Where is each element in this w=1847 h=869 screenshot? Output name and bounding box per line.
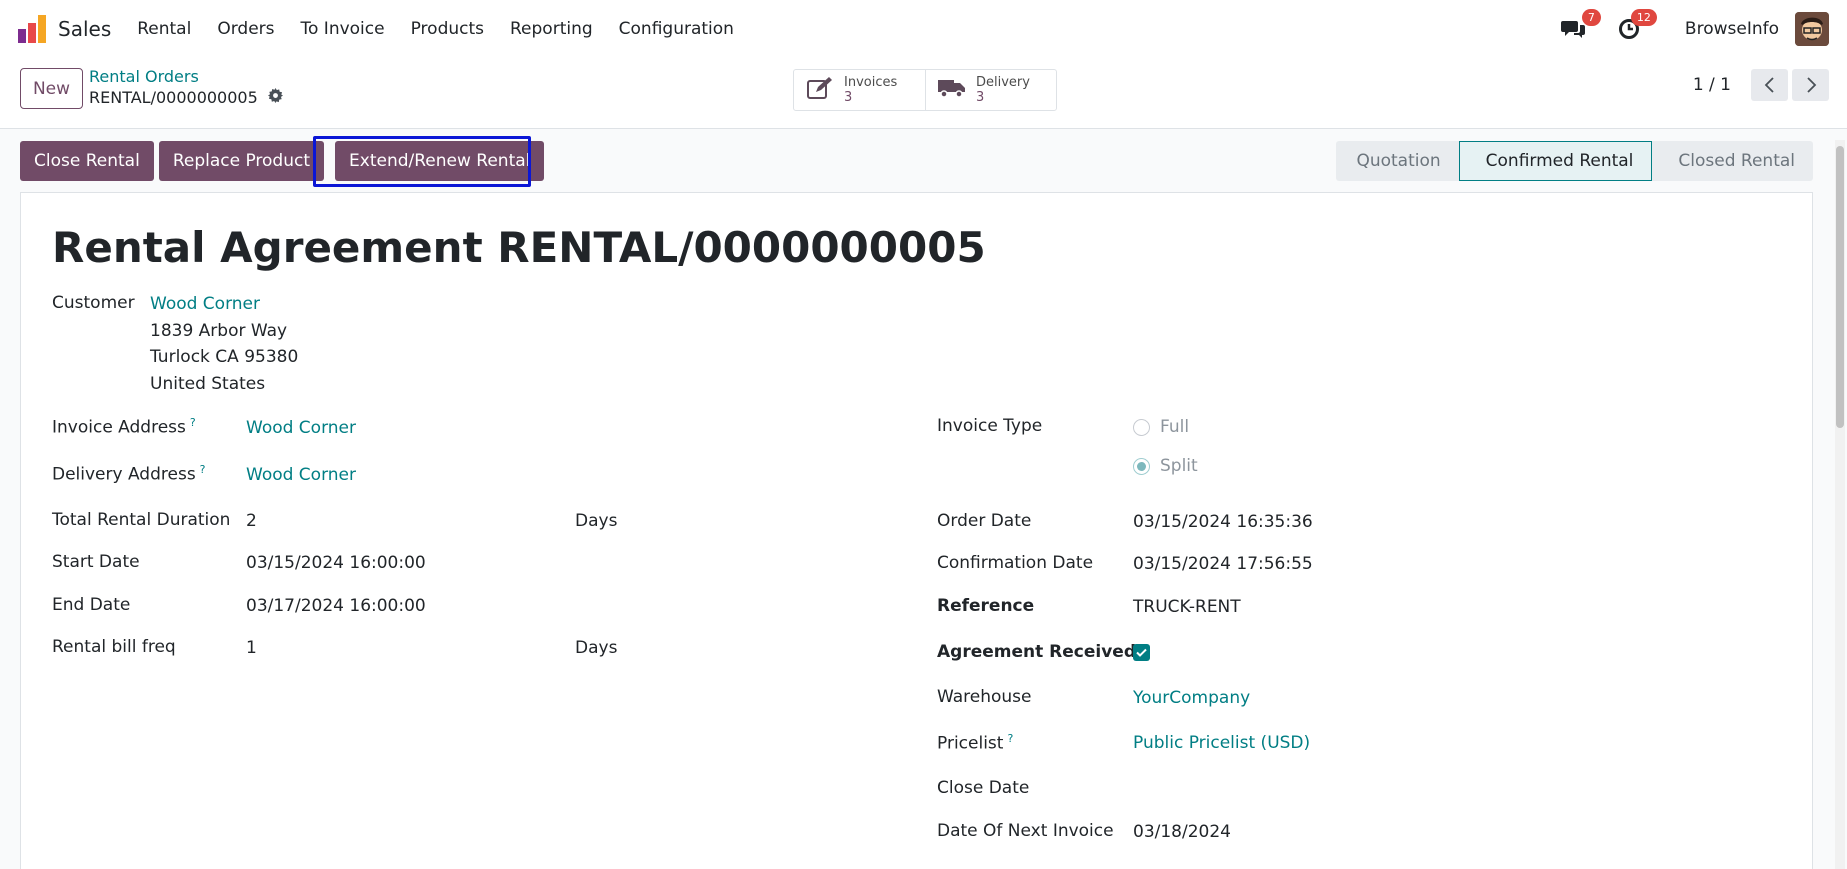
delivery-address-field[interactable]: Wood Corner xyxy=(246,465,356,485)
end-date-label: End Date xyxy=(52,595,131,615)
messages-badge: 7 xyxy=(1581,9,1601,26)
stage-quotation[interactable]: Quotation xyxy=(1336,141,1459,181)
pager: 1 / 1 xyxy=(1693,69,1829,101)
invoice-address-label: Invoice Address? xyxy=(52,416,196,438)
reference-label: Reference xyxy=(937,596,1035,616)
stage-closed-rental[interactable]: Closed Rental xyxy=(1652,141,1813,181)
stage-confirmed-rental[interactable]: Confirmed Rental xyxy=(1458,141,1653,181)
delivery-smart-count: 3 xyxy=(976,90,985,105)
pager-value[interactable]: 1 / 1 xyxy=(1693,75,1731,95)
pricelist-label-text: Pricelist xyxy=(937,733,1004,754)
menu-products[interactable]: Products xyxy=(411,19,484,39)
invoice-address-field[interactable]: Wood Corner xyxy=(246,418,356,438)
order-date-field[interactable]: 03/15/2024 16:35:36 xyxy=(1133,512,1313,532)
form-sheet: Rental Agreement RENTAL/0000000005 Custo… xyxy=(20,192,1813,869)
invoices-smart-label: Invoices xyxy=(844,75,898,90)
warehouse-field[interactable]: YourCompany xyxy=(1133,688,1250,708)
form-action-buttons: Close Rental Replace Product Extend/Rene… xyxy=(20,141,545,181)
invoice-type-full-label[interactable]: Full xyxy=(1160,417,1189,437)
top-navbar: Sales Rental Orders To Invoice Products … xyxy=(0,0,1847,57)
warehouse-label: Warehouse xyxy=(937,687,1032,707)
rental-bill-freq-label: Rental bill freq xyxy=(52,637,176,657)
status-bar: Quotation Confirmed Rental Closed Rental xyxy=(1336,141,1813,181)
pricelist-field[interactable]: Public Pricelist (USD) xyxy=(1133,733,1310,753)
user-name[interactable]: BrowseInfo xyxy=(1685,19,1779,39)
breadcrumb-current: RENTAL/0000000005 xyxy=(89,88,283,107)
user-avatar[interactable] xyxy=(1795,12,1829,46)
customer-address-line: United States xyxy=(150,374,266,394)
order-date-label: Order Date xyxy=(937,511,1032,531)
app-name[interactable]: Sales xyxy=(58,17,111,41)
invoice-type-full-radio[interactable] xyxy=(1133,419,1150,436)
replace-product-button[interactable]: Replace Product xyxy=(158,141,325,181)
breadcrumb-rental-orders[interactable]: Rental Orders xyxy=(89,67,199,86)
new-button[interactable]: New xyxy=(20,68,83,109)
pager-next-button[interactable] xyxy=(1792,69,1829,101)
rental-bill-freq-field[interactable]: 1 xyxy=(246,638,257,658)
customer-address-line: 1839 Arbor Way xyxy=(150,321,288,341)
pencil-square-icon xyxy=(806,76,834,104)
page-title: Rental Agreement RENTAL/0000000005 xyxy=(52,223,986,272)
start-date-field[interactable]: 03/15/2024 16:00:00 xyxy=(246,553,426,573)
check-icon xyxy=(1136,648,1147,657)
customer-label: Customer xyxy=(52,293,135,313)
chevron-left-icon xyxy=(1764,77,1774,93)
scrollbar-thumb[interactable] xyxy=(1836,146,1844,428)
total-rental-duration-label: Total Rental Duration xyxy=(52,510,231,530)
delivery-smart-button[interactable]: Delivery 3 xyxy=(925,70,1056,110)
invoices-smart-count: 3 xyxy=(844,90,853,105)
agreement-received-checkbox[interactable] xyxy=(1133,644,1150,661)
end-date-field[interactable]: 03/17/2024 16:00:00 xyxy=(246,596,426,616)
menu-reporting[interactable]: Reporting xyxy=(510,19,593,39)
bill-freq-unit: Days xyxy=(575,638,618,658)
activities-badge: 12 xyxy=(1630,9,1657,26)
menu-to-invoice[interactable]: To Invoice xyxy=(301,19,385,39)
invoice-type-label: Invoice Type xyxy=(937,416,1043,436)
extend-renew-rental-button[interactable]: Extend/Renew Rental xyxy=(335,141,545,181)
messages-icon[interactable]: 7 xyxy=(1559,9,1601,43)
close-date-label: Close Date xyxy=(937,778,1030,798)
delivery-address-label-text: Delivery Address xyxy=(52,464,196,485)
pager-previous-button[interactable] xyxy=(1751,69,1788,101)
invoices-smart-button[interactable]: Invoices 3 xyxy=(794,70,925,110)
scrollbar[interactable] xyxy=(1835,140,1845,869)
breadcrumb-current-label: RENTAL/0000000005 xyxy=(89,88,258,107)
invoice-address-label-text: Invoice Address xyxy=(52,417,186,438)
customer-address-line: Turlock CA 95380 xyxy=(150,347,299,367)
agreement-received-label: Agreement Received? xyxy=(937,642,1146,662)
help-icon[interactable]: ? xyxy=(200,463,206,476)
menu-orders[interactable]: Orders xyxy=(217,19,274,39)
delivery-smart-label: Delivery xyxy=(976,75,1030,90)
delivery-address-label: Delivery Address? xyxy=(52,463,206,485)
confirmation-date-label: Confirmation Date xyxy=(937,553,1094,573)
menu-rental[interactable]: Rental xyxy=(137,19,191,39)
help-icon[interactable]: ? xyxy=(1007,732,1013,745)
start-date-label: Start Date xyxy=(52,552,140,572)
reference-field[interactable]: TRUCK-RENT xyxy=(1133,597,1241,617)
chevron-right-icon xyxy=(1806,77,1816,93)
invoice-type-split-radio[interactable] xyxy=(1133,458,1150,475)
truck-icon xyxy=(938,77,966,103)
duration-unit: Days xyxy=(575,511,618,531)
sales-app-logo-icon[interactable] xyxy=(18,14,46,43)
pricelist-label: Pricelist? xyxy=(937,732,1013,754)
control-panel: New Rental Orders RENTAL/0000000005 Invo… xyxy=(0,57,1847,129)
date-of-next-invoice-field[interactable]: 03/18/2024 xyxy=(1133,822,1231,842)
total-rental-duration-field[interactable]: 2 xyxy=(246,511,257,531)
date-of-next-invoice-label: Date Of Next Invoice xyxy=(937,821,1114,841)
menu-configuration[interactable]: Configuration xyxy=(619,19,734,39)
activities-clock-icon[interactable]: 12 xyxy=(1615,9,1657,43)
smart-buttons: Invoices 3 Delivery 3 xyxy=(793,69,1057,111)
confirmation-date-field[interactable]: 03/15/2024 17:56:55 xyxy=(1133,554,1313,574)
invoice-type-split-label[interactable]: Split xyxy=(1160,456,1198,476)
customer-field[interactable]: Wood Corner xyxy=(150,294,260,314)
systray: 7 12 BrowseInfo xyxy=(1531,9,1829,48)
gear-icon[interactable] xyxy=(267,88,283,107)
close-rental-button[interactable]: Close Rental xyxy=(20,141,154,181)
help-icon[interactable]: ? xyxy=(190,416,196,429)
